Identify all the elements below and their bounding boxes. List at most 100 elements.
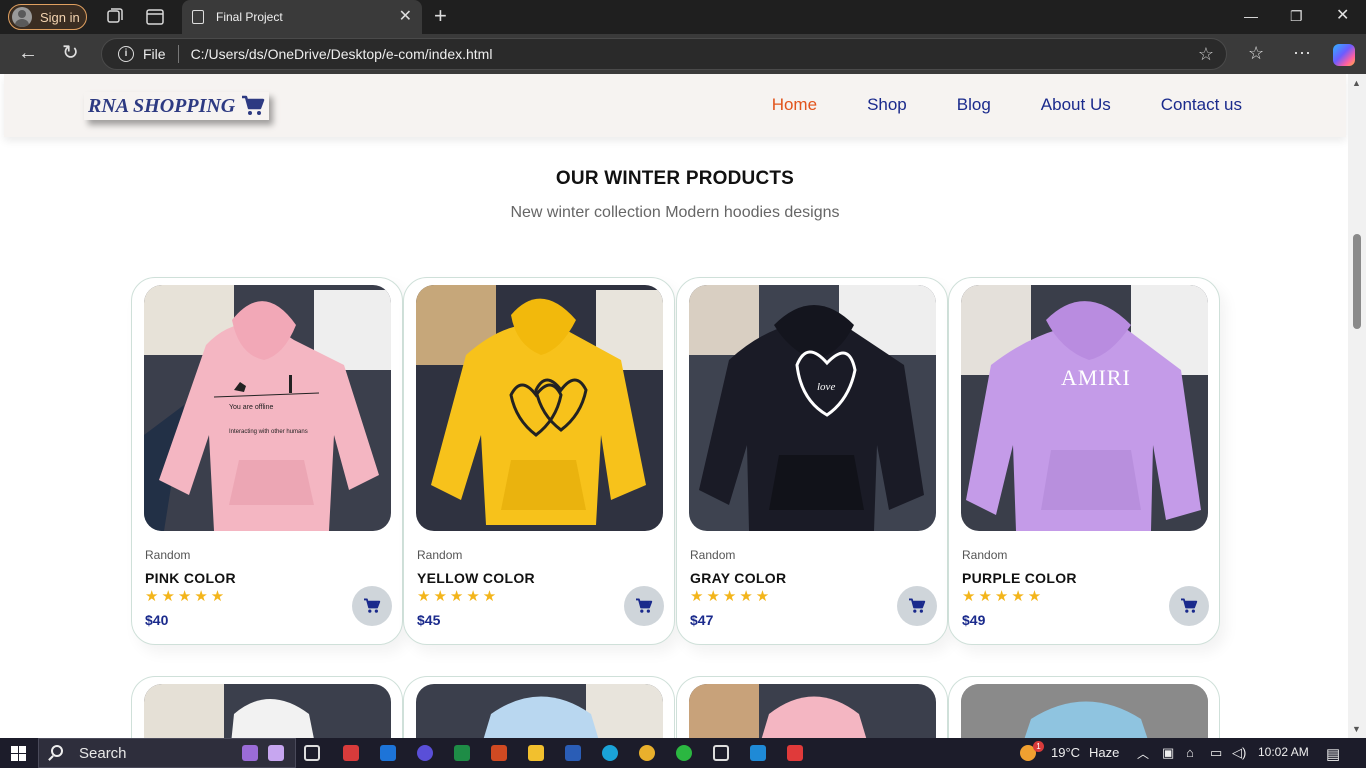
product-image-pink-hoodie-2[interactable] xyxy=(689,684,936,738)
rating-stars: ★★★★★ xyxy=(145,588,228,605)
volume-icon[interactable]: ◁) xyxy=(1232,745,1246,761)
svg-text:You are offline: You are offline xyxy=(229,404,273,411)
product-name[interactable]: PURPLE COLOR xyxy=(962,570,1077,586)
meet-icon[interactable]: ▣ xyxy=(1162,745,1174,761)
nav-home[interactable]: Home xyxy=(772,95,817,115)
cart-icon xyxy=(364,598,381,613)
product-name[interactable]: GRAY COLOR xyxy=(690,570,786,586)
product-card[interactable]: AMIRI Random PURPLE COLOR ★★★★★ $49 xyxy=(948,277,1220,645)
cart-icon xyxy=(1181,598,1198,613)
cart-icon xyxy=(909,598,926,613)
cart-icon xyxy=(636,598,653,613)
taskbar: Search 1 19°C Haze ︿ ▣ ⌂ ▭ ◁) 10:02 AM ▤ xyxy=(0,738,1366,768)
info-icon[interactable]: i xyxy=(118,46,134,62)
weather-badge: 1 xyxy=(1033,741,1044,752)
product-name[interactable]: YELLOW COLOR xyxy=(417,570,535,586)
weather-desc[interactable]: Haze xyxy=(1089,745,1119,760)
nav-about-us[interactable]: About Us xyxy=(1041,95,1111,115)
nav-contact-us[interactable]: Contact us xyxy=(1161,95,1242,115)
workspaces-icon[interactable] xyxy=(104,7,124,27)
whatsapp-icon[interactable] xyxy=(676,745,692,761)
svg-text:love: love xyxy=(817,381,835,393)
media-player-icon[interactable] xyxy=(417,745,433,761)
product-image-pink-hoodie[interactable]: You are offline Interacting with other h… xyxy=(144,285,391,531)
tab-title: Final Project xyxy=(216,10,283,24)
weather-temp[interactable]: 19°C xyxy=(1051,745,1080,760)
scroll-up-icon[interactable]: ▲ xyxy=(1352,78,1361,88)
product-card[interactable]: Random YELLOW COLOR ★★★★★ $45 xyxy=(403,277,675,645)
product-image-purple-hoodie[interactable]: AMIRI xyxy=(961,285,1208,531)
clock[interactable]: 10:02 AM xyxy=(1258,745,1309,759)
add-to-cart-button[interactable] xyxy=(1169,586,1209,626)
page-scrollbar[interactable]: ▲ ▼ xyxy=(1348,74,1366,738)
back-icon[interactable]: ← xyxy=(18,43,38,63)
chrome-icon[interactable] xyxy=(639,745,655,761)
widgets-icon[interactable] xyxy=(268,745,284,761)
product-price: $45 xyxy=(417,612,441,628)
add-to-cart-button[interactable] xyxy=(352,586,392,626)
nav-shop[interactable]: Shop xyxy=(867,95,907,115)
section-subtitle: New winter collection Modern hoodies des… xyxy=(510,204,840,221)
url-text[interactable]: C:/Users/ds/OneDrive/Desktop/e-com/index… xyxy=(191,46,493,62)
file-explorer-icon[interactable] xyxy=(528,745,544,761)
close-window-icon[interactable]: ✕ xyxy=(1336,8,1349,24)
add-to-cart-button[interactable] xyxy=(624,586,664,626)
rating-stars: ★★★★★ xyxy=(962,588,1045,605)
favorites-icon[interactable]: ☆ xyxy=(1248,43,1264,63)
product-card[interactable] xyxy=(131,676,403,738)
battery-icon[interactable]: ▭ xyxy=(1210,745,1222,761)
more-menu-icon[interactable]: ⋯ xyxy=(1293,43,1311,63)
word-icon[interactable] xyxy=(565,745,581,761)
avatar-icon xyxy=(12,7,32,27)
address-bar[interactable]: i File C:/Users/ds/OneDrive/Desktop/e-co… xyxy=(101,38,1227,70)
product-card[interactable]: love Random GRAY COLOR ★★★★★ $47 xyxy=(676,277,948,645)
outlook-icon[interactable] xyxy=(380,745,396,761)
product-image-blue-hoodie[interactable] xyxy=(416,684,663,738)
notifications-icon[interactable]: ▤ xyxy=(1326,745,1340,763)
product-image-gray-hoodie[interactable]: love xyxy=(689,285,936,531)
site-header: RNA SHOPPING Home Shop Blog About Us Con… xyxy=(4,74,1346,137)
site-logo[interactable]: RNA SHOPPING xyxy=(84,92,269,120)
product-card[interactable] xyxy=(948,676,1220,738)
sign-in-button[interactable]: Sign in xyxy=(8,4,87,30)
task-view-icon[interactable] xyxy=(304,745,320,761)
new-tab-icon[interactable]: + xyxy=(434,5,447,27)
favorite-star-icon[interactable]: ☆ xyxy=(1198,44,1214,65)
calculator-icon[interactable] xyxy=(713,745,729,761)
minimize-icon[interactable]: — xyxy=(1244,8,1258,24)
vscode-icon[interactable] xyxy=(750,745,766,761)
product-image-blue-hoodie-2[interactable] xyxy=(961,684,1208,738)
windows-start-icon[interactable] xyxy=(11,746,26,761)
store-icon[interactable] xyxy=(343,745,359,761)
page-viewport: RNA SHOPPING Home Shop Blog About Us Con… xyxy=(0,74,1366,738)
product-card[interactable]: You are offline Interacting with other h… xyxy=(131,277,403,645)
product-image-white-hoodie[interactable] xyxy=(144,684,391,738)
svg-text:Interacting with other humans: Interacting with other humans xyxy=(229,429,308,435)
restore-icon[interactable]: ❐ xyxy=(1290,8,1303,24)
scroll-down-icon[interactable]: ▼ xyxy=(1352,724,1361,734)
nav-blog[interactable]: Blog xyxy=(957,95,991,115)
search-icon xyxy=(51,745,63,757)
product-brand: Random xyxy=(417,548,463,562)
refresh-icon[interactable]: ↻ xyxy=(62,43,79,63)
product-card[interactable] xyxy=(676,676,948,738)
tray-chevron-icon[interactable]: ︿ xyxy=(1137,745,1149,762)
edge-icon[interactable] xyxy=(602,745,618,761)
powerpoint-icon[interactable] xyxy=(491,745,507,761)
clipchamp-icon[interactable] xyxy=(242,745,258,761)
address-separator xyxy=(177,45,179,63)
rating-stars: ★★★★★ xyxy=(690,588,773,605)
add-to-cart-button[interactable] xyxy=(897,586,937,626)
product-price: $40 xyxy=(145,612,169,628)
tab-actions-icon[interactable] xyxy=(145,7,165,27)
excel-icon[interactable] xyxy=(454,745,470,761)
network-icon[interactable]: ⌂ xyxy=(1186,745,1194,760)
anydesk-icon[interactable] xyxy=(787,745,803,761)
scrollbar-thumb[interactable] xyxy=(1353,234,1361,329)
product-name[interactable]: PINK COLOR xyxy=(145,570,236,586)
close-tab-icon[interactable]: ✕ xyxy=(399,9,412,25)
product-card[interactable] xyxy=(403,676,675,738)
product-image-yellow-hoodie[interactable] xyxy=(416,285,663,531)
tab-final-project[interactable]: Final Project ✕ xyxy=(182,0,422,34)
copilot-icon[interactable] xyxy=(1333,44,1355,66)
